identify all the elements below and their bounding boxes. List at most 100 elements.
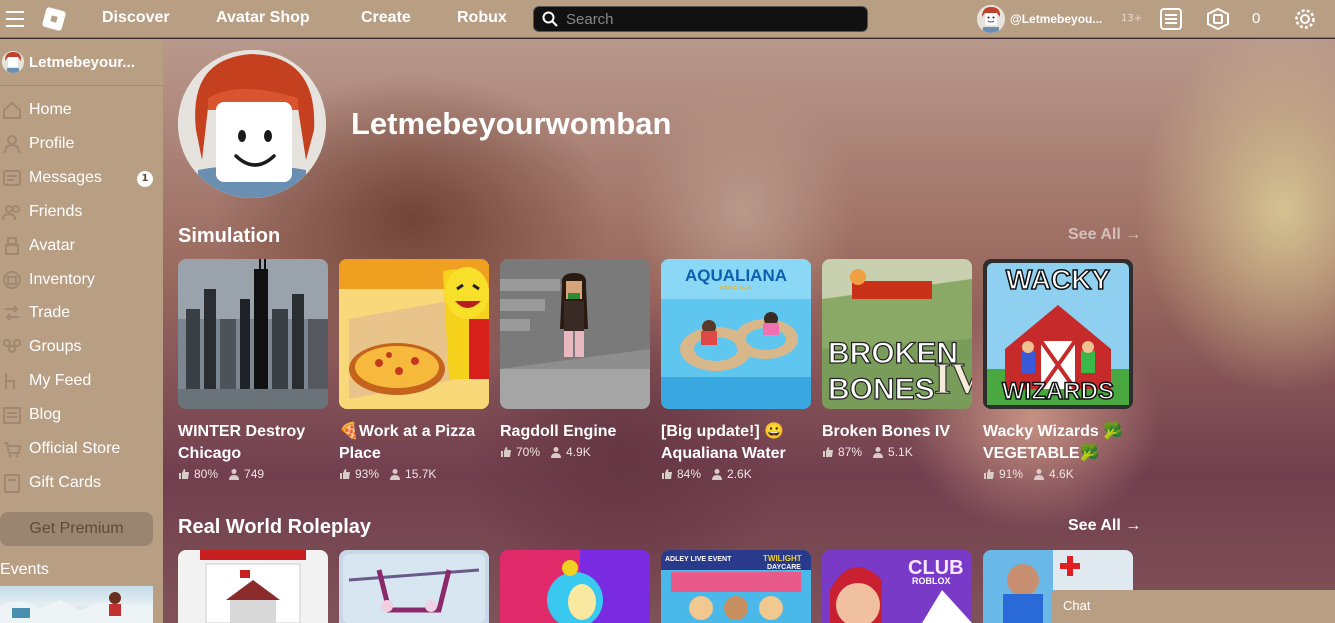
messages-icon	[3, 170, 21, 186]
section-title-real-world-roleplay: Real World Roleplay	[178, 516, 372, 538]
wacky-wizards-tile-line1: WACKY	[1006, 264, 1111, 295]
game-tile-broken-bones-iv[interactable]: BROKEN BONES IV	[822, 259, 972, 409]
nav-robux[interactable]: Robux	[457, 9, 507, 27]
sidebar-item-avatar[interactable]: Avatar	[0, 232, 163, 262]
home-icon	[3, 101, 21, 119]
sidebar-item-label: Profile	[29, 135, 75, 152]
players-icon	[229, 469, 240, 480]
game-stats: 70% 4.9K	[500, 445, 591, 459]
avatar-icon	[5, 237, 19, 255]
club-roblox-tile-subtitle: ROBLOX	[912, 576, 951, 586]
game-stats: 84% 2.6K	[661, 467, 752, 481]
sidebar-item-trade[interactable]: Trade	[0, 299, 163, 329]
sidebar-item-gift-cards[interactable]: Gift Cards	[0, 469, 163, 499]
broken-bones-tile-numeral: IV	[934, 354, 972, 403]
game-rating: 70%	[516, 445, 541, 459]
thumbs-up-icon	[823, 447, 833, 457]
game-rating: 91%	[999, 467, 1024, 481]
sidebar-item-official-store[interactable]: Official Store	[0, 435, 163, 465]
players-icon	[712, 469, 723, 480]
feed-icon	[5, 373, 15, 389]
see-all-simulation-link[interactable]: See All →	[1068, 226, 1141, 244]
sidebar-user[interactable]: Letmebeyour...	[0, 51, 163, 75]
sidebar: Letmebeyour... Home Profile Messages 1 F…	[0, 39, 163, 623]
game-title[interactable]: Wacky Wizards 🥦VEGETABLE🥦	[983, 421, 1133, 465]
sidebar-item-my-feed[interactable]: My Feed	[0, 367, 163, 397]
sidebar-item-label: Official Store	[29, 440, 121, 457]
search-icon	[542, 11, 558, 27]
game-tile-ragdoll-engine[interactable]	[500, 259, 650, 409]
sidebar-item-groups[interactable]: Groups	[0, 333, 163, 363]
game-player-count: 2.6K	[727, 467, 752, 481]
sidebar-item-profile[interactable]: Profile	[0, 130, 163, 160]
chat-bar[interactable]: Chat	[1051, 590, 1335, 623]
robux-icon[interactable]	[1206, 8, 1230, 30]
top-navigation-bar: Discover Avatar Shop Create Robux @Letme…	[0, 0, 1335, 38]
game-title[interactable]: Broken Bones IV	[822, 421, 977, 443]
topbar-username[interactable]: @Letmebeyou...	[1010, 12, 1102, 26]
profile-icon	[4, 135, 20, 154]
wacky-wizards-tile-line2: WIZARDS	[1002, 378, 1114, 405]
sidebar-item-label: Friends	[29, 203, 83, 220]
sidebar-item-label: Blog	[29, 406, 62, 423]
game-player-count: 5.1K	[888, 445, 913, 459]
profile-avatar[interactable]	[178, 50, 326, 198]
players-icon	[390, 469, 401, 480]
game-title[interactable]: Ragdoll Engine	[500, 421, 655, 443]
game-tile-club-roblox[interactable]: CLUB ROBLOX	[822, 550, 972, 623]
thumbs-up-icon	[179, 469, 189, 479]
sidebar-item-blog[interactable]: Blog	[0, 401, 163, 431]
game-title[interactable]: [Big update!] 😀 Aqualiana Water	[661, 421, 816, 465]
messages-count-badge: 1	[137, 171, 153, 187]
game-stats: 80% 749	[178, 467, 264, 481]
section-title-simulation: Simulation	[178, 225, 281, 247]
sidebar-item-label: Groups	[29, 338, 82, 355]
friends-icon	[2, 205, 20, 221]
broken-bones-tile-line2: BONES	[828, 373, 935, 406]
game-player-count: 15.7K	[405, 467, 437, 481]
chat-label: Chat	[1063, 598, 1091, 613]
blog-icon	[3, 407, 21, 424]
game-tile-roleplay-2[interactable]	[339, 550, 489, 623]
nav-avatar-shop[interactable]: Avatar Shop	[216, 9, 310, 27]
gift-card-icon	[4, 474, 20, 493]
roblox-logo-icon[interactable]	[41, 6, 67, 32]
sidebar-username: Letmebeyour...	[29, 54, 135, 71]
sidebar-item-messages[interactable]: Messages 1	[0, 164, 163, 194]
game-tile-aqualiana-water[interactable]: AQUALIANA WATER PARK	[661, 259, 811, 409]
thumbs-up-icon	[662, 469, 672, 479]
game-tile-wacky-wizards[interactable]: WACKY WIZARDS	[983, 259, 1133, 409]
game-stats: 91% 4.6K	[983, 467, 1074, 481]
aqualiana-tile-subtitle: WATER PARK	[720, 286, 753, 292]
aqualiana-tile-title: AQUALIANA	[685, 266, 787, 285]
avatar[interactable]	[977, 5, 1005, 33]
game-rating: 87%	[838, 445, 863, 459]
menu-icon[interactable]	[6, 11, 24, 27]
sidebar-item-label: Gift Cards	[29, 474, 102, 491]
event-banner[interactable]	[0, 586, 153, 623]
game-title[interactable]: 🍕Work at a Pizza Place	[339, 421, 494, 465]
sidebar-avatar	[2, 51, 24, 73]
game-title[interactable]: WINTER Destroy Chicago	[178, 421, 333, 465]
see-all-roleplay-link[interactable]: See All →	[1068, 517, 1141, 535]
game-rating: 84%	[677, 467, 702, 481]
gear-icon[interactable]	[1293, 8, 1317, 30]
game-tile-winter-destroy-chicago[interactable]	[178, 259, 328, 409]
game-tile-roleplay-3[interactable]	[500, 550, 650, 623]
nav-discover[interactable]: Discover	[102, 9, 170, 27]
search-input[interactable]	[566, 9, 856, 29]
game-tile-roleplay-1[interactable]	[178, 550, 328, 623]
game-tile-work-at-a-pizza-place[interactable]	[339, 259, 489, 409]
get-premium-button[interactable]: Get Premium	[0, 512, 153, 546]
sidebar-item-home[interactable]: Home	[0, 96, 163, 126]
sidebar-item-label: Home	[29, 101, 72, 118]
nav-create[interactable]: Create	[361, 9, 411, 27]
thumbs-up-icon	[501, 447, 511, 457]
trade-icon	[5, 305, 19, 321]
game-tile-adley-twilight-daycare[interactable]: ADLEY LIVE EVENT TWILIGHT DAYCARE	[661, 550, 811, 623]
sidebar-item-inventory[interactable]: Inventory	[0, 266, 163, 296]
thumbs-up-icon	[340, 469, 350, 479]
notifications-list-icon[interactable]	[1159, 8, 1183, 30]
sidebar-item-friends[interactable]: Friends	[0, 198, 163, 228]
players-icon	[1034, 469, 1045, 480]
